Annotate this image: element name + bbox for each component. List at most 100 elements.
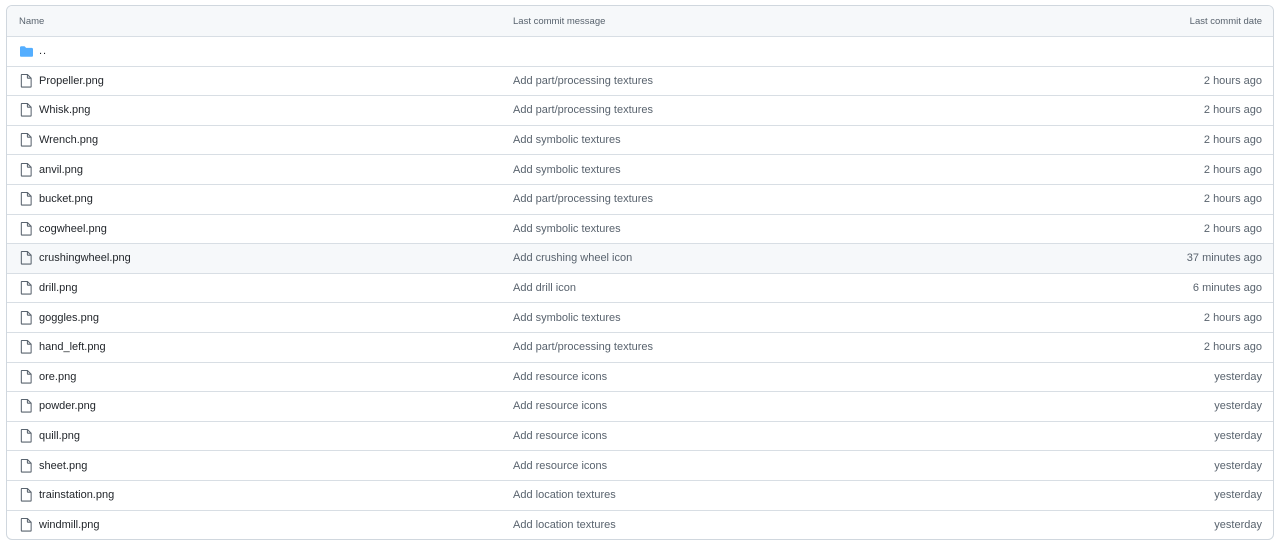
table-row[interactable]: sheet.png Add resource icons yesterday: [7, 450, 1273, 480]
commit-message-link[interactable]: Add part/processing textures: [513, 75, 653, 87]
file-icon: [19, 73, 33, 88]
file-name-cell: ore.png: [7, 369, 513, 384]
commit-message-link[interactable]: Add resource icons: [513, 430, 607, 442]
table-row[interactable]: ore.png Add resource icons yesterday: [7, 361, 1273, 392]
commit-date: 2 hours ago: [1203, 134, 1262, 147]
file-icon: [19, 221, 33, 236]
file-name-link[interactable]: Whisk.png: [39, 104, 90, 116]
table-row[interactable]: hand_left.png Add part/processing texture…: [7, 331, 1273, 362]
table-row[interactable]: cogwheel.png Add symbolic textures 2 hours…: [7, 213, 1273, 244]
file-name-link[interactable]: windmill.png: [39, 519, 100, 531]
commit-message-link[interactable]: Add symbolic textures: [513, 164, 621, 176]
file-list: Propeller.png Add part/processing texture…: [7, 65, 1273, 540]
commit-message-cell: Add location textures: [513, 489, 1053, 501]
commit-message-cell: Add part/processing textures: [513, 75, 1053, 87]
file-name-link[interactable]: anvil.png: [39, 164, 83, 176]
table-row[interactable]: Wrench.png Add symbolic textures 2 hours a…: [7, 124, 1273, 155]
commit-date: 2 hours ago: [1203, 193, 1262, 206]
commit-date: 2 hours ago: [1203, 163, 1262, 176]
folder-icon: [19, 44, 33, 58]
table-row[interactable]: Whisk.png Add part/processing textures 2 h…: [7, 95, 1273, 125]
table-row[interactable]: goggles.png Add symbolic textures 2 hours …: [7, 302, 1273, 332]
parent-directory-cell: ..: [7, 44, 513, 58]
commit-message-link[interactable]: Add resource icons: [513, 460, 607, 472]
file-name-link[interactable]: sheet.png: [39, 460, 87, 472]
file-name-link[interactable]: goggles.png: [39, 312, 99, 324]
file-name-cell: crushingwheel.png: [7, 251, 513, 266]
commit-date: 6 minutes ago: [1192, 282, 1262, 295]
commit-message-link[interactable]: Add part/processing textures: [513, 104, 653, 116]
commit-date: 2 hours ago: [1203, 222, 1262, 235]
file-icon: [19, 133, 33, 147]
file-icon: [19, 251, 33, 266]
commit-message-link[interactable]: Add part/processing textures: [513, 193, 653, 205]
file-name-link[interactable]: Propeller.png: [39, 75, 104, 87]
file-name-link[interactable]: trainstation.png: [39, 489, 114, 501]
table-row[interactable]: Propeller.png Add part/processing texture…: [7, 65, 1273, 96]
commit-message-link[interactable]: Add resource icons: [513, 400, 607, 412]
file-name-link[interactable]: cogwheel.png: [39, 223, 107, 235]
file-name-link[interactable]: ore.png: [39, 371, 76, 383]
commit-date: 2 hours ago: [1203, 104, 1262, 117]
commit-date: yesterday: [1214, 489, 1262, 502]
file-name-link[interactable]: drill.png: [39, 282, 78, 294]
commit-date: 2 hours ago: [1203, 341, 1262, 354]
table-row[interactable]: crushingwheel.png Add crushing wheel icon…: [7, 243, 1273, 273]
commit-date: yesterday: [1214, 430, 1262, 443]
table-row[interactable]: drill.png Add drill icon 6 minutes ago: [7, 272, 1273, 303]
file-name-link[interactable]: quill.png: [39, 430, 80, 442]
commit-message-link[interactable]: Add location textures: [513, 489, 616, 501]
file-name-cell: Propeller.png: [7, 73, 513, 88]
file-name-link[interactable]: Wrench.png: [39, 134, 98, 146]
file-icon: [19, 429, 33, 443]
parent-directory-row[interactable]: ..: [7, 36, 1273, 66]
file-icon: [19, 281, 33, 295]
file-name-cell: sheet.png: [7, 458, 513, 473]
file-name-cell: anvil.png: [7, 162, 513, 177]
file-name-cell: Wrench.png: [7, 133, 513, 147]
commit-message-cell: Add symbolic textures: [513, 164, 1053, 176]
commit-message-cell: Add part/processing textures: [513, 104, 1053, 116]
commit-date: yesterday: [1214, 400, 1262, 413]
commit-message-link[interactable]: Add part/processing textures: [513, 341, 653, 353]
table-row[interactable]: anvil.png Add symbolic textures 2 hours ag…: [7, 154, 1273, 184]
file-icon: [19, 369, 33, 384]
file-icon: [19, 399, 33, 414]
parent-directory-link[interactable]: ..: [39, 45, 47, 57]
table-row[interactable]: powder.png Add resource icons yesterday: [7, 391, 1273, 421]
commit-message-cell: Add part/processing textures: [513, 341, 1053, 353]
file-icon: [19, 517, 33, 532]
file-name-link[interactable]: crushingwheel.png: [39, 252, 131, 264]
commit-message-link[interactable]: Add resource icons: [513, 371, 607, 383]
commit-message-link[interactable]: Add location textures: [513, 519, 616, 531]
commit-message-link[interactable]: Add drill icon: [513, 282, 576, 294]
file-name-cell: goggles.png: [7, 310, 513, 325]
commit-message-cell: Add location textures: [513, 519, 1053, 531]
commit-message-cell: Add symbolic textures: [513, 223, 1053, 235]
file-icon: [19, 458, 33, 473]
header-last-commit-message: Last commit message: [513, 15, 606, 27]
table-row[interactable]: quill.png Add resource icons yesterday: [7, 420, 1273, 451]
file-name-cell: cogwheel.png: [7, 221, 513, 236]
commit-message-cell: Add part/processing textures: [513, 193, 1053, 205]
commit-message-link[interactable]: Add symbolic textures: [513, 312, 621, 324]
file-name-cell: trainstation.png: [7, 488, 513, 502]
file-name-link[interactable]: hand_left.png: [39, 341, 106, 353]
commit-date: 37 minutes ago: [1186, 252, 1262, 265]
file-name-link[interactable]: bucket.png: [39, 193, 93, 205]
commit-date: yesterday: [1214, 518, 1262, 531]
file-icon: [19, 340, 33, 354]
commit-date: 2 hours ago: [1203, 311, 1262, 324]
table-row[interactable]: bucket.png Add part/processing textures 2 …: [7, 183, 1273, 214]
file-name-link[interactable]: powder.png: [39, 400, 96, 412]
commit-message-cell: Add symbolic textures: [513, 134, 1053, 146]
commit-message-link[interactable]: Add symbolic textures: [513, 223, 621, 235]
commit-message-link[interactable]: Add symbolic textures: [513, 134, 621, 146]
table-row[interactable]: trainstation.png Add location textures yes…: [7, 479, 1273, 510]
commit-message-cell: Add drill icon: [513, 282, 1053, 294]
commit-message-cell: Add resource icons: [513, 371, 1053, 383]
commit-message-link[interactable]: Add crushing wheel icon: [513, 252, 632, 264]
file-icon: [19, 488, 33, 502]
table-row[interactable]: windmill.png Add location textures yesterd…: [7, 509, 1273, 540]
commit-date: yesterday: [1214, 459, 1262, 472]
